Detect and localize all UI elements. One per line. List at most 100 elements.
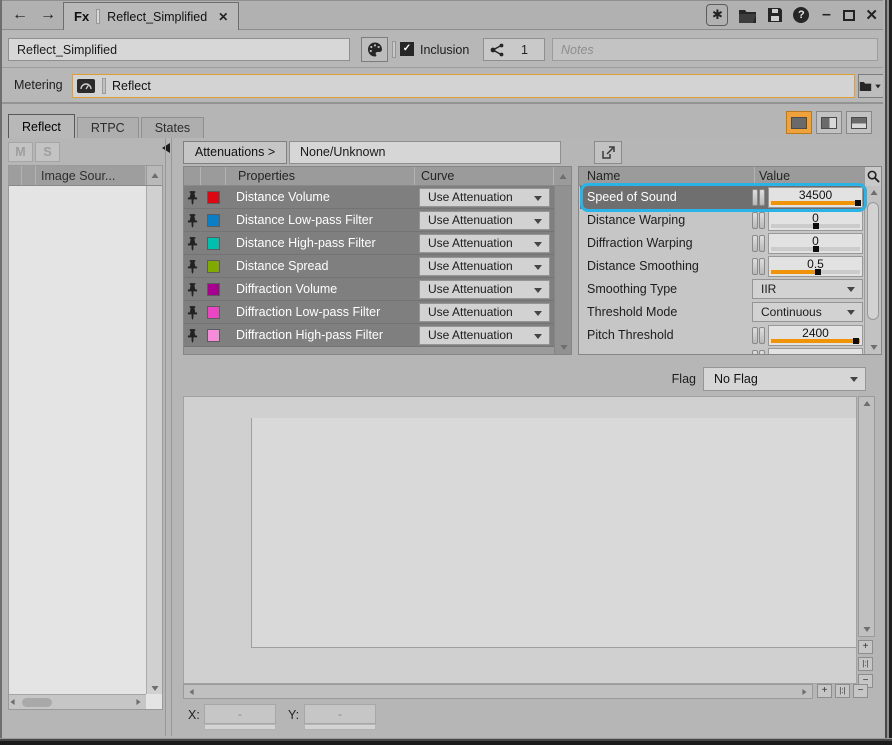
property-row[interactable]: Diffraction Volume Use Attenuation <box>184 278 554 301</box>
scroll-up-button[interactable] <box>871 190 878 195</box>
curve-graph-area[interactable] <box>183 396 857 684</box>
solo-button[interactable]: S <box>35 142 60 162</box>
curve-dropdown[interactable]: Use Attenuation <box>419 303 550 322</box>
zoom-fit-vertical-button[interactable]: |:| <box>858 657 873 671</box>
zoom-in-horizontal-button[interactable]: + <box>817 684 832 698</box>
scroll-up-button[interactable] <box>554 167 571 185</box>
scroll-down-button[interactable] <box>864 627 871 632</box>
scrollbar-thumb[interactable] <box>867 202 879 320</box>
tab-states[interactable]: States <box>141 117 204 138</box>
color-swatch[interactable] <box>207 329 220 342</box>
open-button[interactable] <box>738 8 757 23</box>
attenuations-button[interactable]: Attenuations > <box>183 141 287 164</box>
param-value-field[interactable]: 2400 <box>768 325 863 346</box>
save-button[interactable] <box>767 7 783 23</box>
property-row[interactable]: Distance Spread Use Attenuation <box>184 255 554 278</box>
layout-single-button[interactable] <box>786 111 812 134</box>
link-toggle[interactable] <box>759 212 765 229</box>
scrollbar-thumb[interactable] <box>22 698 52 707</box>
curve-dropdown[interactable]: Use Attenuation <box>419 211 550 230</box>
graph-vertical-scrollbar[interactable] <box>858 396 875 637</box>
notes-input[interactable] <box>552 38 878 61</box>
list-vertical-scrollbar[interactable] <box>146 186 162 694</box>
curve-dropdown[interactable]: Use Attenuation <box>419 280 550 299</box>
zoom-out-horizontal-button[interactable]: − <box>853 684 868 698</box>
value-slider[interactable] <box>771 224 860 228</box>
param-value-field[interactable]: 0 <box>768 233 863 254</box>
rtpc-toggle[interactable] <box>752 189 758 206</box>
x-value-field[interactable]: - <box>204 704 276 724</box>
slider-thumb[interactable] <box>855 200 861 206</box>
scroll-left-button[interactable] <box>189 689 193 695</box>
curve-dropdown[interactable]: Use Attenuation <box>419 188 550 207</box>
document-tab[interactable]: Fx Reflect_Simplified ✕ <box>63 2 239 30</box>
param-row-smoothing-type[interactable]: Smoothing Type IIR <box>580 278 866 301</box>
link-toggle[interactable] <box>759 327 765 344</box>
search-button[interactable] <box>864 167 881 186</box>
share-button[interactable]: 1 <box>483 38 545 61</box>
param-row-distance-warping[interactable]: Distance Warping 0 <box>580 209 866 232</box>
y-value-field[interactable]: - <box>304 704 376 724</box>
scroll-up-button[interactable] <box>146 166 162 185</box>
property-row[interactable]: Distance High-pass Filter Use Attenuatio… <box>184 232 554 255</box>
link-toggle[interactable] <box>759 189 765 206</box>
params-vertical-scrollbar[interactable] <box>864 186 881 354</box>
properties-column-header[interactable]: Properties <box>226 167 415 185</box>
zoom-in-vertical-button[interactable]: + <box>858 640 873 654</box>
slider-thumb[interactable] <box>815 269 821 275</box>
inclusion-checkbox[interactable]: ✓ <box>400 42 414 56</box>
plot-area[interactable] <box>251 418 856 648</box>
object-name-input[interactable] <box>8 38 350 61</box>
name-column-header[interactable]: Name <box>587 169 620 183</box>
property-row[interactable]: Diffraction High-pass Filter Use Attenua… <box>184 324 554 347</box>
attenuation-name-field[interactable]: None/Unknown <box>289 141 561 164</box>
link-toggle[interactable] <box>759 258 765 275</box>
back-button[interactable]: ← <box>8 4 32 26</box>
value-slider[interactable] <box>771 247 860 251</box>
color-picker-button[interactable] <box>361 37 388 62</box>
scroll-down-button[interactable] <box>871 345 878 350</box>
value-column-header[interactable]: Value <box>759 169 790 183</box>
rtpc-toggle[interactable] <box>752 235 758 252</box>
list-horizontal-scrollbar[interactable] <box>9 694 146 709</box>
close-button[interactable]: ✕ <box>865 6 878 24</box>
link-toggle[interactable] <box>759 235 765 252</box>
color-swatch[interactable] <box>207 237 220 250</box>
color-swatch[interactable] <box>207 191 220 204</box>
rtpc-toggle[interactable] <box>752 258 758 275</box>
flag-dropdown[interactable]: No Flag <box>703 367 866 391</box>
slider-thumb[interactable] <box>853 338 859 344</box>
scroll-left-button[interactable] <box>10 699 14 705</box>
scroll-right-button[interactable] <box>136 699 140 705</box>
color-swatch[interactable] <box>207 214 220 227</box>
forward-button[interactable]: → <box>36 4 60 26</box>
browse-button[interactable] <box>858 74 884 98</box>
param-row-distance-smoothing[interactable]: Distance Smoothing 0.5 <box>580 255 866 278</box>
scroll-right-button[interactable] <box>802 689 806 695</box>
tab-reflect[interactable]: Reflect <box>8 114 75 138</box>
curve-dropdown[interactable]: Use Attenuation <box>419 257 550 276</box>
param-value-field[interactable]: 34500 <box>768 187 863 208</box>
color-swatch[interactable] <box>207 306 220 319</box>
slider-thumb[interactable] <box>813 246 819 252</box>
param-value-field[interactable]: 0 <box>768 210 863 231</box>
smoothing-type-dropdown[interactable]: IIR <box>752 279 863 299</box>
layout-split-horizontal-button[interactable] <box>846 111 872 134</box>
property-row[interactable]: Distance Low-pass Filter Use Attenuation <box>184 209 554 232</box>
mute-button[interactable]: M <box>8 142 33 162</box>
metering-field[interactable]: Reflect <box>72 74 855 98</box>
param-row-pitch-threshold[interactable]: Pitch Threshold 2400 <box>580 324 866 347</box>
image-source-column-header[interactable]: Image Sour... <box>36 166 146 185</box>
slider-thumb[interactable] <box>813 223 819 229</box>
scroll-up-button[interactable] <box>864 401 871 406</box>
value-slider[interactable] <box>771 270 860 274</box>
tab-close-button[interactable]: ✕ <box>218 10 228 24</box>
scroll-down-button[interactable] <box>561 345 568 350</box>
param-row-diffraction-warping[interactable]: Diffraction Warping 0 <box>580 232 866 255</box>
rtpc-toggle[interactable] <box>752 212 758 229</box>
open-in-new-button[interactable] <box>594 141 622 164</box>
param-value-field[interactable]: 0.5 <box>768 256 863 277</box>
minimize-button[interactable]: – <box>819 5 833 25</box>
maximize-button[interactable] <box>843 10 855 21</box>
table-vertical-scrollbar[interactable] <box>554 186 571 354</box>
